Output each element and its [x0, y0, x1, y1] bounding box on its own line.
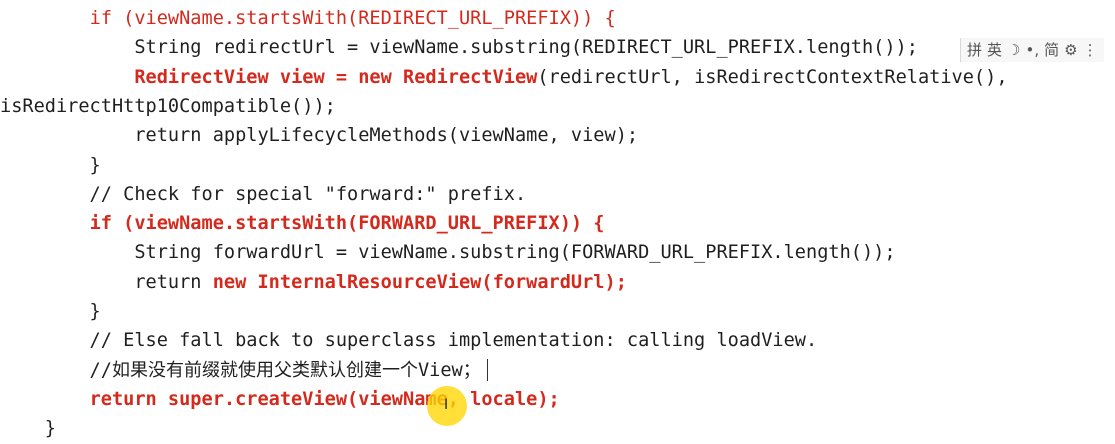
- code-token: if (viewName.startsWith(REDIRECT_URL_PRE…: [89, 8, 616, 29]
- code-token: View: [417, 359, 463, 381]
- ime-punct-toggle[interactable]: •,: [1025, 38, 1039, 62]
- text-caret: [486, 359, 488, 382]
- code-line: }: [0, 414, 56, 443]
- code-line: // Check for special "forward:" prefix.: [0, 180, 527, 209]
- ime-toolbar[interactable]: 拼英 ☽ •, 简 ⚙ ⋮: [960, 38, 1104, 62]
- code-token: // Else fall back to superclass implemen…: [0, 330, 818, 352]
- code-line: }: [0, 151, 101, 180]
- code-line: if (viewName.startsWith(FORWARD_URL_PREF…: [0, 209, 605, 238]
- code-line: isRedirectHttp10Compatible());: [0, 92, 336, 121]
- code-line: //如果没有前缀就使用父类默认创建一个View；: [0, 356, 488, 385]
- code-token: if (viewName.startsWith(FORWARD_URL_PREF…: [89, 213, 605, 235]
- code-token: String redirectUrl = viewName.substring(…: [0, 37, 918, 59]
- code-line: String redirectUrl = viewName.substring(…: [0, 33, 918, 62]
- ime-grid-icon[interactable]: 拼: [967, 38, 982, 62]
- code-line: if (viewName.startsWith(REDIRECT_URL_PRE…: [0, 4, 616, 33]
- code-line: String forwardUrl = viewName.substring(F…: [0, 238, 896, 267]
- text-cursor-icon: I: [444, 397, 449, 413]
- code-token: return: [0, 271, 213, 293]
- code-line: return super.createView(viewName, locale…: [0, 385, 560, 414]
- code-token: }: [0, 418, 56, 440]
- code-token: // Check for special "forward:" prefix.: [0, 183, 527, 205]
- code-token: String forwardUrl = viewName.substring(F…: [0, 242, 896, 264]
- ime-lang-toggle[interactable]: 英: [987, 38, 1002, 62]
- code-token: }: [0, 154, 101, 176]
- code-token: 如果没有前缀就使用父类默认创建一个: [111, 359, 418, 381]
- code-token: ；: [462, 359, 481, 381]
- code-token: return applyLifecycleMethods(viewName, v…: [0, 125, 639, 147]
- code-token: RedirectView view = new RedirectView: [134, 66, 538, 88]
- ime-simplified-toggle[interactable]: 简: [1044, 38, 1059, 62]
- code-token: }: [0, 301, 101, 322]
- code-token: //: [0, 359, 112, 381]
- code-line: RedirectView view = new RedirectView(red…: [0, 63, 1008, 92]
- code-line: // Else fall back to superclass implemen…: [0, 326, 818, 355]
- ime-more-icon[interactable]: ⋮: [1083, 38, 1098, 62]
- code-line: }: [0, 297, 101, 326]
- code-editor[interactable]: if (viewName.startsWith(REDIRECT_URL_PRE…: [0, 0, 1115, 444]
- code-token: isRedirectHttp10Compatible());: [0, 95, 336, 117]
- ime-moon-icon[interactable]: ☽: [1007, 38, 1020, 62]
- code-token: (redirectUrl, isRedirectContextRelative(…: [537, 66, 1008, 88]
- code-line: return new InternalResourceView(forwardU…: [0, 268, 627, 297]
- code-line: return applyLifecycleMethods(viewName, v…: [0, 121, 638, 150]
- code-token: return super.createView(viewName, locale…: [89, 388, 560, 410]
- code-token: new InternalResourceView(forwardUrl);: [212, 271, 627, 293]
- ime-gear-icon[interactable]: ⚙: [1064, 38, 1077, 62]
